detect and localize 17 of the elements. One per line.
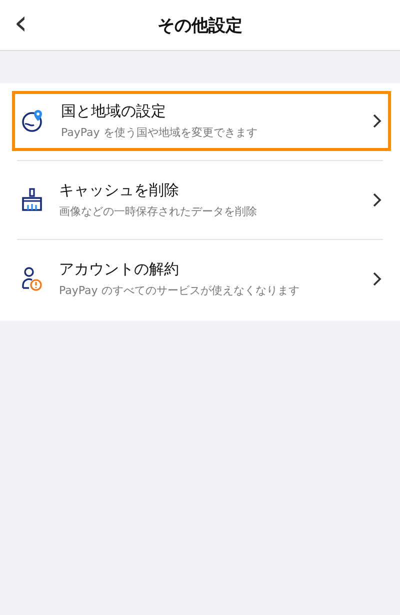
item-description: PayPay のすべてのサービスが使えなくなります [59, 283, 300, 298]
item-description: PayPay を使う国や地域を変更できます [61, 125, 258, 140]
globe-pin-icon [21, 109, 45, 133]
item-title: キャッシュを削除 [59, 181, 180, 200]
chevron-right-icon [372, 113, 382, 129]
brush-icon [21, 188, 43, 212]
user-warning-icon [21, 266, 43, 292]
chevron-right-icon [372, 192, 382, 208]
back-button[interactable]: ‹ [10, 9, 32, 37]
page-title: その他設定 [158, 14, 242, 36]
item-title: アカウントの解約 [59, 260, 180, 279]
item-description: 画像などの一時保存されたデータを削除 [59, 204, 258, 219]
settings-item[interactable]: アカウントの解約 PayPay のすべてのサービスが使えなくなります [12, 249, 391, 309]
chevron-right-icon [372, 271, 382, 287]
settings-item[interactable]: 国と地域の設定 PayPay を使う国や地域を変更できます [12, 91, 391, 151]
settings-item[interactable]: キャッシュを削除 画像などの一時保存されたデータを削除 [12, 170, 391, 230]
item-title: 国と地域の設定 [61, 102, 167, 121]
